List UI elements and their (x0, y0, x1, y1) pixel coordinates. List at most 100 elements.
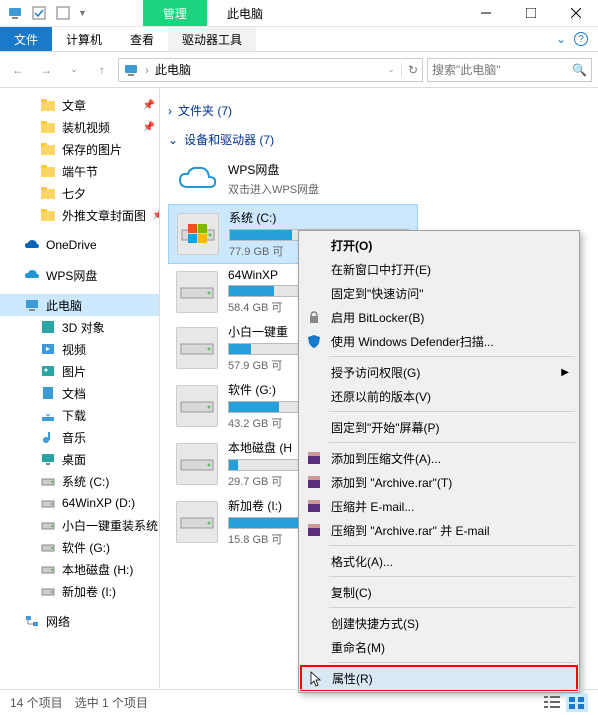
address-bar[interactable]: › 此电脑 ⌄ ↻ (118, 58, 423, 82)
tree-item[interactable]: 系统 (C:) (0, 470, 159, 492)
context-menu-item[interactable]: 固定到"开始"屏幕(P) (301, 415, 577, 439)
tree-item[interactable]: 软件 (G:) (0, 536, 159, 558)
tree-item-label: 文章 (62, 97, 86, 114)
network-icon (24, 613, 40, 629)
drive-icon (40, 561, 56, 577)
context-menu-item[interactable]: 创建快捷方式(S) (301, 611, 577, 635)
context-menu-item[interactable]: 启用 BitLocker(B) (301, 305, 577, 329)
tree-item[interactable]: 文档 (0, 382, 159, 404)
tree-item[interactable]: 下载 (0, 404, 159, 426)
checkbox-icon[interactable] (30, 4, 48, 22)
context-menu-label: 属性(R) (332, 670, 373, 687)
tree-item[interactable]: 装机视频📌 (0, 116, 159, 138)
separator (329, 411, 575, 412)
tree-item-label: 音乐 (62, 429, 86, 446)
chevron-down-icon: ⌄ (168, 133, 178, 147)
search-icon[interactable]: 🔍 (572, 63, 587, 77)
tree-item[interactable]: 视频 (0, 338, 159, 360)
ribbon: 文件 计算机 查看 驱动器工具 ⌄ ? (0, 27, 598, 52)
ribbon-expand-icon[interactable]: ⌄ (556, 32, 566, 46)
tree-item[interactable]: 文章📌 (0, 94, 159, 116)
tree-item[interactable]: 保存的图片 (0, 138, 159, 160)
context-menu-item[interactable]: 固定到"快速访问" (301, 281, 577, 305)
history-dropdown[interactable]: ⌄ (62, 58, 86, 82)
help-icon[interactable]: ? (574, 32, 588, 46)
window-title: 此电脑 (207, 0, 283, 26)
tree-item[interactable]: 3D 对象 (0, 316, 159, 338)
onedrive-icon (24, 237, 40, 253)
refresh-icon[interactable]: ↻ (401, 63, 418, 77)
folder-icon (40, 207, 56, 223)
tree-item-label: 保存的图片 (62, 141, 122, 158)
context-menu-item[interactable]: 还原以前的版本(V) (301, 384, 577, 408)
devices-group-header[interactable]: ⌄ 设备和驱动器 (7) (168, 125, 598, 154)
folders-group-header[interactable]: › 文件夹 (7) (168, 96, 598, 125)
context-menu-item[interactable]: 复制(C) (301, 580, 577, 604)
tree-item[interactable]: 音乐 (0, 426, 159, 448)
drive-icon (176, 385, 218, 427)
context-menu-item[interactable]: 在新窗口中打开(E) (301, 257, 577, 281)
tree-item[interactable]: WPS网盘 (0, 264, 159, 286)
manage-tab[interactable]: 管理 (143, 0, 207, 26)
pc-icon (6, 4, 24, 22)
up-button[interactable]: ↑ (90, 58, 114, 82)
computer-tab[interactable]: 计算机 (52, 27, 116, 51)
context-menu-item[interactable]: 压缩到 "Archive.rar" 并 E-mail (301, 518, 577, 542)
tree-item[interactable]: 七夕 (0, 182, 159, 204)
context-menu-item[interactable]: 压缩并 E-mail... (301, 494, 577, 518)
context-menu-item[interactable]: 添加到 "Archive.rar"(T) (301, 470, 577, 494)
tree-item[interactable]: 图片 (0, 360, 159, 382)
context-menu-item[interactable]: 属性(R) (301, 666, 577, 690)
context-menu-item[interactable]: 使用 Windows Defender扫描... (301, 329, 577, 353)
pin-icon: 📌 (143, 122, 155, 133)
context-menu-label: 使用 Windows Defender扫描... (331, 333, 494, 350)
tree-item[interactable]: 新加卷 (I:) (0, 580, 159, 602)
tiles-view-icon[interactable] (566, 694, 588, 712)
context-menu-label: 还原以前的版本(V) (331, 388, 431, 405)
qat-dropdown-icon[interactable]: ▼ (78, 8, 87, 18)
checkbox-icon[interactable] (54, 4, 72, 22)
view-tab[interactable]: 查看 (116, 27, 168, 51)
search-box[interactable]: 搜索"此电脑" 🔍 (427, 58, 592, 82)
tree-item[interactable]: 端午节 (0, 160, 159, 182)
minimize-button[interactable] (463, 0, 508, 27)
wps-icon (24, 267, 40, 283)
context-menu-label: 压缩并 E-mail... (331, 498, 414, 515)
tree-item[interactable]: 64WinXP (D:) (0, 492, 159, 514)
forward-button[interactable]: → (34, 58, 58, 82)
context-menu-item[interactable]: 添加到压缩文件(A)... (301, 446, 577, 470)
context-menu-item[interactable]: 授予访问权限(G)▶ (301, 360, 577, 384)
tree-item[interactable]: OneDrive (0, 234, 159, 256)
details-view-icon[interactable] (542, 694, 562, 712)
context-menu-item[interactable]: 打开(O) (301, 233, 577, 257)
chevron-right-icon: › (168, 104, 172, 118)
context-menu-label: 复制(C) (331, 584, 372, 601)
context-menu-item[interactable]: 重命名(M) (301, 635, 577, 659)
file-tab[interactable]: 文件 (0, 27, 52, 51)
navigation-tree: 文章📌装机视频📌保存的图片端午节七夕外推文章封面图📌OneDriveWPS网盘此… (0, 88, 160, 688)
statusbar: 14 个项目 选中 1 个项目 (0, 689, 598, 715)
folder-icon (40, 97, 56, 113)
tree-item-label: 本地磁盘 (H:) (62, 561, 133, 578)
context-menu: 打开(O)在新窗口中打开(E)固定到"快速访问"启用 BitLocker(B) 使… (298, 230, 580, 693)
tree-item[interactable]: 外推文章封面图📌 (0, 204, 159, 226)
submenu-arrow-icon: ▶ (561, 367, 569, 378)
tree-item-label: 下载 (62, 407, 86, 424)
context-menu-item[interactable]: 格式化(A)... (301, 549, 577, 573)
tree-item[interactable]: 网络 (0, 610, 159, 632)
drive-tools-tab[interactable]: 驱动器工具 (168, 27, 256, 51)
wps-drive-item[interactable]: WPS网盘 双击进入WPS网盘 (168, 154, 418, 204)
tree-item[interactable]: 此电脑 (0, 294, 159, 316)
tree-item-label: 系统 (C:) (62, 473, 109, 490)
tree-item[interactable]: 桌面 (0, 448, 159, 470)
tree-item[interactable]: 本地磁盘 (H:) (0, 558, 159, 580)
close-button[interactable] (553, 0, 598, 27)
status-selected-count: 选中 1 个项目 (75, 694, 148, 711)
folder-icon (40, 185, 56, 201)
maximize-button[interactable] (508, 0, 553, 27)
separator (329, 607, 575, 608)
context-menu-label: 重命名(M) (331, 639, 385, 656)
drive-icon (176, 443, 218, 485)
back-button[interactable]: ← (6, 58, 30, 82)
tree-item[interactable]: 小白一键重装系统 (0, 514, 159, 536)
